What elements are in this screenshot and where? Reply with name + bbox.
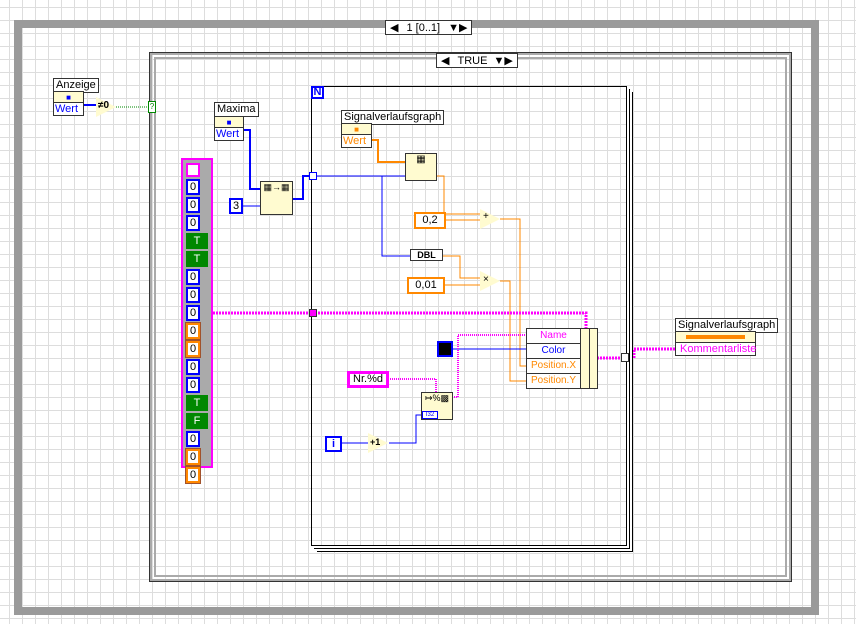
bundle-by-name-node[interactable]: Name Color Position.X Position.Y	[526, 328, 598, 389]
anzeige-property-node[interactable]: ■ Wert	[53, 91, 84, 116]
signal-property-node[interactable]: ■ Wert	[341, 123, 372, 148]
array-element: 0	[186, 377, 200, 393]
not-equal-zero-label: ≠0	[98, 100, 110, 111]
for-loop	[311, 86, 627, 546]
array-element: T	[186, 251, 208, 267]
multiply-symbol: ×	[483, 274, 489, 285]
array-element: 0	[186, 215, 200, 231]
sequence-selector[interactable]: ◀ 1 [0..1] ▼▶	[385, 20, 473, 35]
constant-3[interactable]: 3	[229, 198, 243, 214]
array-index[interactable]	[186, 163, 200, 177]
constant-0-2[interactable]: 0,2	[414, 212, 446, 229]
index-tunnel	[309, 172, 317, 180]
maxima-prop: Wert	[216, 128, 240, 140]
maxima-label: Maxima	[214, 102, 259, 117]
array-element: 0	[186, 287, 200, 303]
bundle-field: Name	[527, 329, 580, 344]
case-selector[interactable]: ◀ TRUE ▼▶	[436, 53, 518, 68]
case-selector-terminal: ?	[148, 101, 156, 113]
array-element: 0	[186, 197, 200, 213]
output-prop: Kommentarliste	[680, 343, 757, 355]
output-tunnel	[621, 353, 629, 362]
format-into-string-node[interactable]: ↦%▩ I32	[421, 392, 453, 420]
array-element: 0	[186, 305, 200, 321]
array-element: F	[186, 413, 208, 429]
array-element: 0	[186, 179, 200, 195]
index-array-node[interactable]: ▦	[405, 153, 437, 181]
array-subset-node[interactable]: ▦→▦	[260, 181, 293, 215]
output-property-node[interactable]: Kommentarliste	[675, 331, 756, 356]
array-element: T	[186, 233, 208, 249]
format-string-constant[interactable]: Nr.%d	[347, 371, 389, 388]
array-element: 0	[185, 340, 201, 358]
sequence-selector-label: 1 [0..1]	[406, 21, 441, 34]
array-element: 0	[186, 269, 200, 285]
array-element: T	[186, 395, 208, 411]
bundle-field: Position.X	[527, 359, 580, 374]
array-element: 0	[185, 466, 201, 484]
add-symbol: +	[483, 211, 489, 222]
to-double-node[interactable]: DBL	[410, 249, 443, 261]
constant-0-01[interactable]: 0,01	[407, 277, 445, 294]
array-element: 0	[186, 359, 200, 375]
maxima-property-node[interactable]: ■ Wert	[214, 116, 244, 141]
cluster-tunnel	[309, 309, 317, 317]
color-constant[interactable]	[437, 341, 453, 357]
array-element: 0	[185, 448, 201, 466]
increment-symbol: +1	[370, 437, 381, 447]
array-element: 0	[186, 431, 200, 447]
case-selector-label: TRUE	[457, 54, 488, 67]
bundle-field: Color	[527, 344, 580, 359]
array-element: 0	[185, 322, 201, 340]
anzeige-prop: Wert	[55, 103, 79, 115]
cluster-array-constant[interactable]: 000TT0000000TF000	[181, 158, 213, 484]
iteration-terminal: i	[325, 436, 342, 452]
format-type: I32	[422, 411, 438, 419]
signal-prop: Wert	[343, 135, 367, 147]
loop-count-terminal[interactable]: N	[311, 86, 324, 99]
bundle-field: Position.Y	[527, 374, 580, 389]
